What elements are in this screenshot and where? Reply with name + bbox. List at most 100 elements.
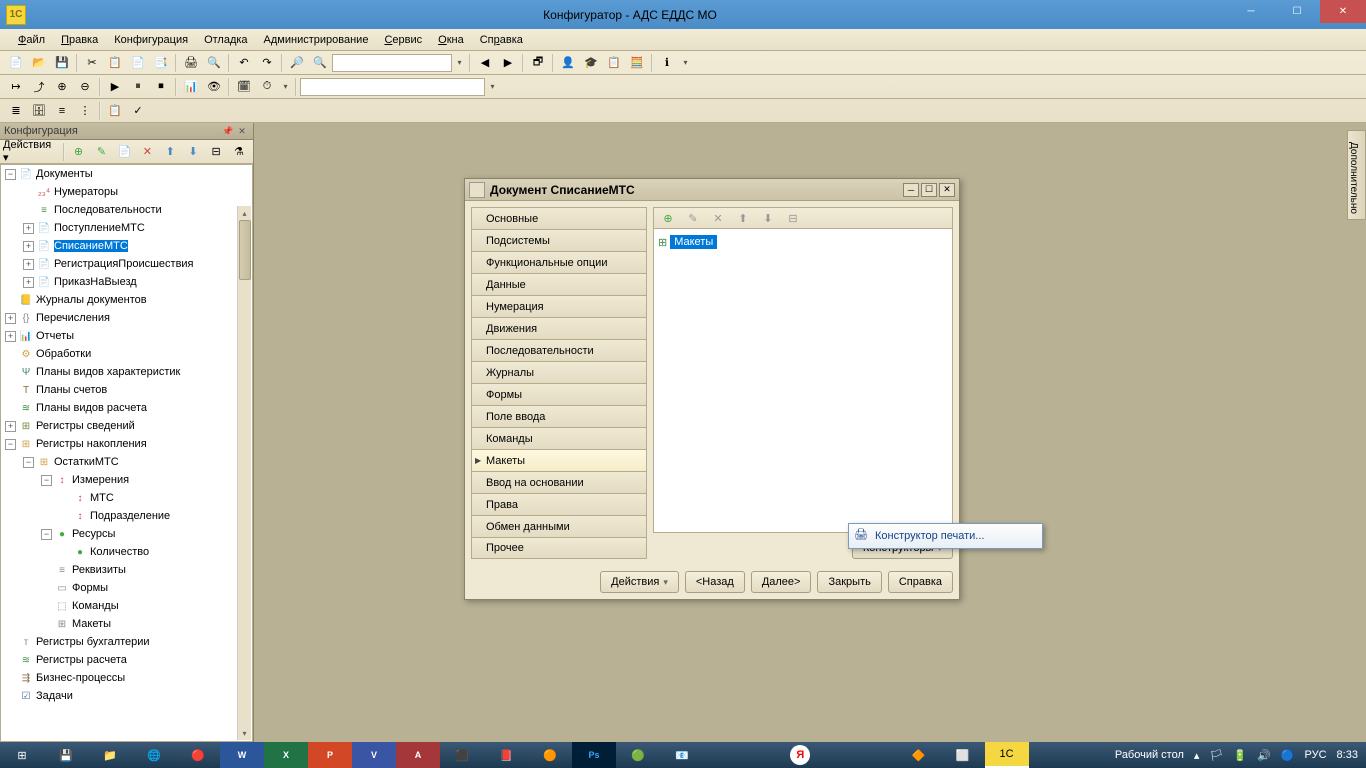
windows-icon[interactable]: 🗗 <box>527 53 549 73</box>
tree-item[interactable]: +⊞Регистры сведений <box>1 417 252 435</box>
tb2-7-icon[interactable]: ⏹ <box>150 77 172 97</box>
doc-tab[interactable]: Формы <box>471 383 647 405</box>
cut-icon[interactable]: ✂ <box>81 53 103 73</box>
help-dropdown[interactable]: ▾ <box>679 53 692 73</box>
tb2-2-icon[interactable]: ⤴ <box>28 77 50 97</box>
tb-app1-icon[interactable]: ⬛ <box>440 742 484 768</box>
tree-item[interactable]: ΨПланы видов характеристик <box>1 363 252 381</box>
tree-toggle[interactable]: + <box>5 331 16 342</box>
tb3-4-icon[interactable]: ⋮ <box>74 101 96 121</box>
tree-item[interactable]: +📊Отчеты <box>1 327 252 345</box>
cap-icon[interactable]: 🎓 <box>580 53 602 73</box>
tb-access-icon[interactable]: A <box>396 742 440 768</box>
tb2-input[interactable] <box>300 78 485 96</box>
tree-item[interactable]: ≋Регистры расчета <box>1 651 252 669</box>
doc-edit-icon[interactable]: ✎ <box>682 208 704 228</box>
tb-pdf-icon[interactable]: 📕 <box>484 742 528 768</box>
menu-windows[interactable]: Окна <box>430 31 472 49</box>
tree-item[interactable]: ⊞Макеты <box>1 615 252 633</box>
open-icon[interactable]: 📂 <box>28 53 50 73</box>
doc-tab[interactable]: Движения <box>471 317 647 339</box>
menu-config[interactable]: Конфигурация <box>106 31 196 49</box>
new-icon[interactable]: 📄 <box>5 53 27 73</box>
tree-toggle[interactable]: + <box>5 313 16 324</box>
print-icon[interactable]: 🖨 <box>180 53 202 73</box>
down-icon[interactable]: ⬇ <box>182 142 204 162</box>
tree-item[interactable]: ☑Задачи <box>1 687 252 705</box>
tb-ps-icon[interactable]: Ps <box>572 742 616 768</box>
save-icon[interactable]: 💾 <box>51 53 73 73</box>
doc-content-tree[interactable]: ⊞ Макеты <box>653 229 953 533</box>
edit-icon[interactable]: ✎ <box>91 142 113 162</box>
doc-maximize-button[interactable]: ☐ <box>921 183 937 197</box>
tb-app4-icon[interactable]: 📧 <box>660 742 704 768</box>
tb-word-icon[interactable]: W <box>220 742 264 768</box>
side-tab-additional[interactable]: Дополнительно <box>1347 130 1366 220</box>
menu-file[interactable]: Файл <box>10 31 53 49</box>
battery-icon[interactable]: 🔋 <box>1233 749 1247 762</box>
panel-close-icon[interactable]: ✕ <box>235 124 249 138</box>
paste-icon[interactable]: 📄 <box>127 53 149 73</box>
doc-tab[interactable]: Функциональные опции <box>471 251 647 273</box>
tb-app2-icon[interactable]: 🟠 <box>528 742 572 768</box>
tb-app6-icon[interactable]: ⬜ <box>941 742 985 768</box>
menu-help[interactable]: Справка <box>472 31 531 49</box>
maximize-button[interactable]: ☐ <box>1274 0 1320 23</box>
tree-item[interactable]: ≡Реквизиты <box>1 561 252 579</box>
doc-sort-icon[interactable]: ⊟ <box>782 208 804 228</box>
tree-toggle[interactable]: − <box>41 475 52 486</box>
panel-pin-icon[interactable]: 📌 <box>221 124 235 138</box>
minimize-button[interactable]: ─ <box>1228 0 1274 23</box>
tb2-8-icon[interactable]: 📊 <box>180 77 202 97</box>
undo-icon[interactable]: ↶ <box>233 53 255 73</box>
doc-back-button[interactable]: <Назад <box>685 571 745 593</box>
tb-yandex-icon[interactable]: Я <box>790 745 810 765</box>
search-icon[interactable]: 🔍 <box>309 53 331 73</box>
tb3-1-icon[interactable]: ≣ <box>5 101 27 121</box>
tree-item[interactable]: −⊞Регистры накопления <box>1 435 252 453</box>
tree-toggle[interactable]: − <box>23 457 34 468</box>
doc-tab[interactable]: Последовательности <box>471 339 647 361</box>
tree-toggle[interactable]: + <box>23 223 34 234</box>
doc-close-button[interactable]: Закрыть <box>817 571 881 593</box>
doc-tab[interactable]: Макеты <box>471 449 647 471</box>
tb2-9-icon[interactable]: 👁 <box>203 77 225 97</box>
doc-minimize-button[interactable]: ─ <box>903 183 919 197</box>
tree-item[interactable]: ⇶Бизнес-процессы <box>1 669 252 687</box>
menu-admin[interactable]: Администрирование <box>256 31 377 49</box>
close-button[interactable]: ✕ <box>1320 0 1366 23</box>
tree-item[interactable]: ₂₃⁴Нумераторы <box>1 183 252 201</box>
doc-tab[interactable]: Обмен данными <box>471 515 647 537</box>
tray-expand-icon[interactable]: ▴ <box>1194 749 1200 762</box>
doc-tab[interactable]: Основные <box>471 207 647 229</box>
menu-service[interactable]: Сервис <box>376 31 430 49</box>
tree-item[interactable]: ≡Последовательности <box>1 201 252 219</box>
redo-icon[interactable]: ↷ <box>256 53 278 73</box>
search-input[interactable] <box>332 54 452 72</box>
doc-tree-root[interactable]: ⊞ Макеты <box>658 233 948 251</box>
tree-toggle[interactable]: + <box>5 421 16 432</box>
tree-item[interactable]: ⚙Обработки <box>1 345 252 363</box>
paste2-icon[interactable]: 📑 <box>150 53 172 73</box>
tree-item[interactable]: тРегистры бухгалтерии <box>1 633 252 651</box>
up-icon[interactable]: ⬆ <box>159 142 181 162</box>
menu-edit[interactable]: Правка <box>53 31 106 49</box>
tree-item[interactable]: ●Количество <box>1 543 252 561</box>
doc-tab[interactable]: Данные <box>471 273 647 295</box>
doc-up-icon[interactable]: ⬆ <box>732 208 754 228</box>
doc-tab[interactable]: Подсистемы <box>471 229 647 251</box>
tree-toggle[interactable]: − <box>41 529 52 540</box>
doc-tab[interactable]: Поле ввода <box>471 405 647 427</box>
tb3-2-icon[interactable]: 🗄 <box>28 101 50 121</box>
doc-delete-icon[interactable]: ✕ <box>707 208 729 228</box>
tb2-3-icon[interactable]: ⊕ <box>51 77 73 97</box>
menu-debug[interactable]: Отладка <box>196 31 255 49</box>
doc-tab[interactable]: Ввод на основании <box>471 471 647 493</box>
tree-toggle[interactable]: + <box>23 259 34 270</box>
doc-titlebar[interactable]: Документ СписаниеМТС ─ ☐ ✕ <box>465 179 959 201</box>
doc-tab[interactable]: Нумерация <box>471 295 647 317</box>
tb2-10-icon[interactable]: 🗓 <box>233 77 255 97</box>
tree-item[interactable]: ТПланы счетов <box>1 381 252 399</box>
doc-tab[interactable]: Команды <box>471 427 647 449</box>
doc-tab[interactable]: Прочее <box>471 537 647 559</box>
